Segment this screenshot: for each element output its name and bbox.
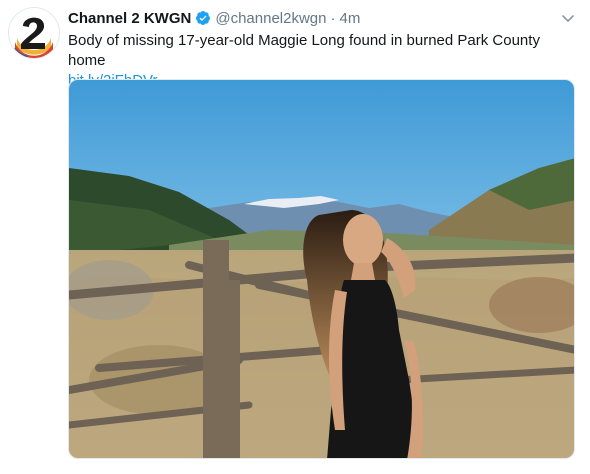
username-handle[interactable]: @channel2kwgn [215,10,326,27]
avatar[interactable] [9,8,59,58]
separator-dot: · [330,9,336,27]
timestamp[interactable]: 4m [339,10,360,27]
display-name[interactable]: Channel 2 KWGN [68,10,191,27]
tweet-body: Body of missing 17-year-old Maggie Long … [68,32,540,69]
chevron-down-icon[interactable] [560,10,576,26]
channel-2-logo-icon [9,8,59,58]
verified-badge-icon [195,10,211,26]
tweet-photo[interactable] [68,79,575,459]
tweet[interactable]: Channel 2 KWGN @channel2kwgn · 4m Body o… [0,0,590,474]
photo-illustration [69,80,574,458]
tweet-header: Channel 2 KWGN @channel2kwgn · 4m [68,8,360,28]
